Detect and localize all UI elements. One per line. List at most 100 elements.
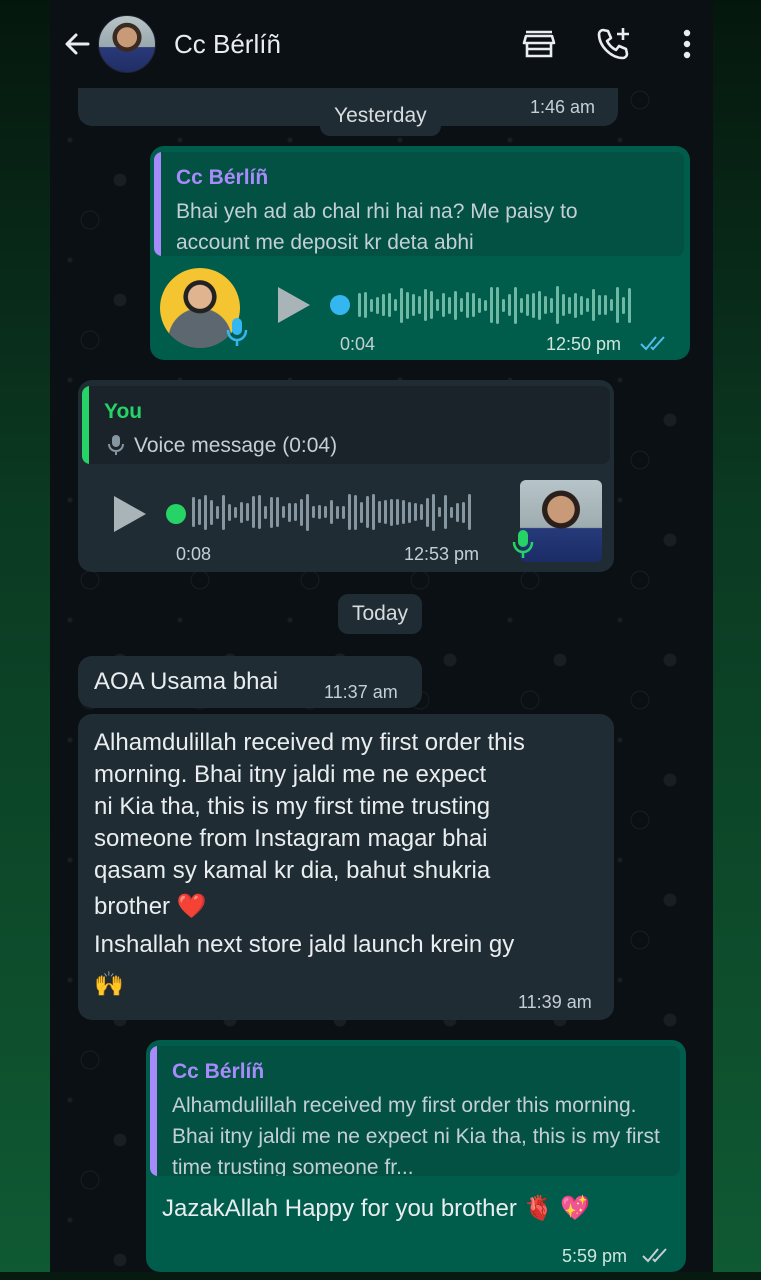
waveform-bar: [420, 504, 423, 520]
waveform-bar: [408, 501, 411, 523]
waveform-bar: [378, 501, 381, 523]
incoming-voice-reply-bubble[interactable]: You Voice message (0:04) 0:08 12:53 pm: [78, 380, 614, 572]
outgoing-voice-reply-bubble[interactable]: Cc Bérlíñ Bhai yeh ad ab chal rhi hai na…: [150, 146, 690, 360]
waveform-bar: [294, 503, 297, 521]
waveform-bar: [390, 498, 393, 526]
waveform-bar: [456, 502, 459, 522]
waveform-bar: [462, 501, 465, 523]
play-icon[interactable]: [278, 287, 310, 323]
waveform-bar: [472, 293, 475, 317]
waveform-bar: [366, 496, 369, 528]
message-text-line: ni Kia tha, this is my first time trusti…: [94, 793, 491, 820]
chat-header: Cc Bérlíñ: [50, 0, 713, 88]
voice-progress-dot[interactable]: [330, 295, 350, 315]
incoming-text-bubble[interactable]: Alhamdulillah received my first order th…: [78, 714, 614, 1020]
waveform-bar: [478, 297, 481, 313]
waveform-bar: [484, 299, 487, 311]
waveform-bar: [580, 295, 583, 315]
contact-avatar[interactable]: [98, 15, 156, 73]
waveform-bar: [306, 493, 309, 531]
message-text: JazakAllah Happy for you brother 🫀 💖: [162, 1195, 590, 1222]
waveform-bar: [438, 507, 441, 517]
waveform-bar: [592, 289, 595, 321]
waveform-bar: [276, 497, 279, 527]
message-text: AOA Usama bhai: [94, 668, 279, 695]
message-time: 12:53 pm: [404, 544, 480, 564]
waveform-bar: [412, 294, 415, 316]
waveform-bar: [400, 287, 403, 323]
quote-bar: [154, 152, 161, 256]
waveform-bar: [396, 499, 399, 525]
waveform-bar: [342, 505, 345, 519]
waveform-bar: [418, 296, 421, 314]
date-separator-yesterday: Yesterday: [320, 96, 441, 136]
read-ticks-icon: [642, 1246, 670, 1269]
waveform-bar: [520, 297, 523, 313]
message-text-line: morning. Bhai itny jaldi me ne expect: [94, 761, 487, 788]
waveform-bar: [628, 287, 631, 323]
waveform-bar: [348, 494, 351, 530]
waveform-bar: [216, 505, 219, 519]
waveform-bar: [568, 296, 571, 314]
waveform-bar: [282, 506, 285, 518]
voice-duration: 0:08: [176, 544, 212, 564]
background-left-edge: [0, 0, 50, 1280]
voice-waveform[interactable]: [358, 285, 631, 325]
microphone-icon: [512, 528, 534, 565]
contact-name[interactable]: Cc Bérlíñ: [174, 29, 519, 60]
waveform-bar: [414, 503, 417, 521]
waveform-bar: [460, 298, 463, 312]
date-separator-today: Today: [338, 594, 423, 634]
waveform-bar: [372, 494, 375, 530]
quote-bar: [82, 386, 89, 464]
waveform-bar: [258, 495, 261, 529]
waveform-bar: [384, 500, 387, 524]
store-icon[interactable]: [519, 24, 559, 64]
add-call-icon[interactable]: [593, 24, 633, 64]
quoted-message[interactable]: Cc Bérlíñ Bhai yeh ad ab chal rhi hai na…: [154, 152, 684, 256]
waveform-bar: [336, 505, 339, 519]
incoming-text-bubble[interactable]: AOA Usama bhai 11:37 am: [78, 656, 422, 708]
waveform-bar: [430, 291, 433, 319]
waveform-bar: [354, 494, 357, 530]
waveform-bar: [514, 286, 517, 324]
play-icon[interactable]: [114, 496, 146, 532]
waveform-bar: [252, 496, 255, 528]
arrow-left-icon[interactable]: [62, 29, 92, 59]
message-time: 12:50 pm: [546, 334, 622, 354]
waveform-bar: [616, 287, 619, 323]
quoted-message[interactable]: You Voice message (0:04): [82, 386, 610, 464]
waveform-bar: [264, 505, 267, 519]
waveform-bar: [424, 289, 427, 321]
waveform-bar: [324, 506, 327, 518]
message-text-line: Inshallah next store jald launch krein g…: [94, 931, 515, 958]
waveform-bar: [538, 290, 541, 320]
waveform-bar: [270, 496, 273, 528]
waveform-bar: [444, 495, 447, 529]
message-text-line: brother ❤️: [94, 893, 207, 920]
waveform-bar: [426, 497, 429, 527]
waveform-bar: [330, 500, 333, 524]
waveform-bar: [562, 294, 565, 316]
outgoing-reply-bubble[interactable]: Cc Bérlíñ Alhamdulillah received my firs…: [146, 1040, 686, 1272]
voice-progress-dot[interactable]: [166, 504, 186, 524]
more-vertical-icon[interactable]: [667, 24, 697, 64]
waveform-bar: [394, 299, 397, 311]
waveform-bar: [312, 506, 315, 518]
waveform-bar: [388, 293, 391, 317]
waveform-bar: [300, 498, 303, 526]
message-time: 5:59 pm: [562, 1246, 628, 1266]
quote-bar: [150, 1046, 157, 1176]
quoted-message[interactable]: Cc Bérlíñ Alhamdulillah received my firs…: [150, 1046, 680, 1176]
read-ticks-icon: [640, 334, 668, 357]
waveform-bar: [586, 298, 589, 312]
waveform-bar: [544, 296, 547, 314]
waveform-bar: [228, 503, 231, 521]
chat-screen: Cc Bérlíñ 1:46 am Yesterday Cc Bérlíñ Bh…: [50, 0, 713, 1272]
message-time: 11:39 am: [518, 992, 592, 1012]
microphone-icon: [226, 316, 248, 353]
voice-waveform[interactable]: [192, 492, 471, 532]
waveform-bar: [382, 294, 385, 316]
waveform-bar: [210, 499, 213, 525]
background-bottom-edge: [0, 1272, 761, 1280]
